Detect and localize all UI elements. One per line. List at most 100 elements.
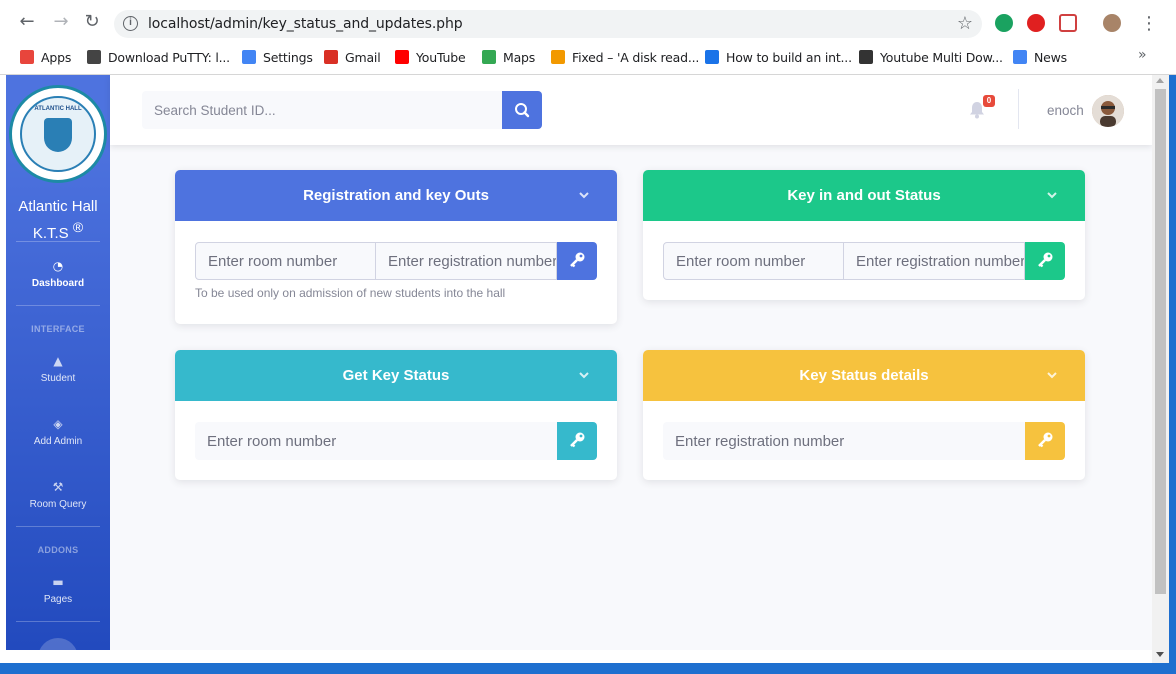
profile-avatar-icon[interactable] [1103, 14, 1121, 32]
logo-text: ATLANTIC HALL [34, 106, 82, 112]
bookmark-item[interactable]: Settings [242, 48, 313, 66]
wrench-icon: ⚒ [52, 480, 64, 494]
registration-number-input[interactable] [663, 422, 1025, 460]
bookmark-item[interactable]: Fixed – 'A disk read... [551, 48, 699, 66]
get-key-status-card-header[interactable]: Get Key Status [175, 350, 617, 401]
get-key-status-card: Get Key Status [175, 350, 617, 480]
sidebar-item-pages[interactable]: ▬ Pages [6, 576, 110, 605]
sidebar-brand[interactable]: Atlantic Hall K.T.S ® [6, 196, 110, 244]
bookmark-label: Settings [263, 49, 313, 65]
sidebar-divider [16, 526, 100, 527]
bookmark-item[interactable]: How to build an int... [705, 48, 852, 66]
key-icon [570, 432, 585, 448]
sidebar-item-student[interactable]: ▲ Student [6, 355, 110, 384]
back-arrow-icon[interactable]: ← [17, 12, 37, 32]
key-icon [570, 252, 585, 268]
chevron-down-icon[interactable] [1046, 369, 1058, 381]
registration-card-header[interactable]: Registration and key Outs [175, 170, 617, 221]
avatar-image-icon [1092, 95, 1124, 127]
chevron-down-icon[interactable] [578, 369, 590, 381]
key-in-out-card: Key in and out Status [643, 170, 1085, 300]
logo-shield-icon [44, 118, 72, 152]
chevron-down-icon[interactable] [1046, 189, 1058, 201]
sidebar-item-dashboard[interactable]: ◔ Dashboard [6, 260, 110, 289]
address-bar[interactable]: i localhost/admin/key_status_and_updates… [114, 10, 982, 38]
room-number-input[interactable] [195, 422, 557, 460]
bookmark-label: Apps [41, 49, 72, 65]
scroll-down-icon[interactable] [1156, 652, 1164, 657]
scroll-up-icon[interactable] [1156, 78, 1164, 83]
bookmarks-overflow-icon[interactable]: » [1138, 47, 1147, 63]
key-in-out-card-header[interactable]: Key in and out Status [643, 170, 1085, 221]
bookmark-favicon-icon [1013, 50, 1027, 64]
sidebar-item-add-admin[interactable]: ◈ Add Admin [6, 418, 110, 447]
bookmark-item[interactable]: YouTube [395, 48, 466, 66]
room-number-input[interactable] [663, 242, 844, 280]
registration-number-input[interactable] [844, 242, 1025, 280]
forward-arrow-icon[interactable]: → [51, 12, 71, 32]
bookmark-favicon-icon [482, 50, 496, 64]
topbar: 0 enoch [110, 75, 1152, 145]
bookmark-favicon-icon [20, 50, 34, 64]
bookmark-item[interactable]: News [1013, 48, 1067, 66]
hall-logo[interactable]: ATLANTIC HALL [9, 85, 107, 183]
sidebar-item-room-query[interactable]: ⚒ Room Query [6, 481, 110, 510]
bookmark-label: Youtube Multi Dow... [880, 49, 1003, 65]
user-avatar[interactable] [1092, 95, 1124, 127]
room-number-input[interactable] [195, 242, 376, 280]
bookmark-favicon-icon [859, 50, 873, 64]
bookmark-favicon-icon [324, 50, 338, 64]
search-button[interactable] [502, 91, 542, 129]
bookmark-favicon-icon [87, 50, 101, 64]
bookmark-item[interactable]: Download PuTTY: l... [87, 48, 230, 66]
bookmark-label: Gmail [345, 49, 381, 65]
registration-number-input[interactable] [376, 242, 557, 280]
chevron-down-icon[interactable] [578, 189, 590, 201]
sidebar-toggle-button[interactable]: › [38, 638, 78, 650]
info-icon[interactable]: i [123, 16, 138, 31]
sidebar-item-label: Dashboard [31, 278, 85, 289]
vertical-scrollbar[interactable] [1152, 75, 1169, 663]
reload-icon[interactable]: ↻ [82, 12, 102, 32]
bookmark-label: Fixed – 'A disk read... [572, 49, 700, 65]
registration-submit-button[interactable] [557, 242, 597, 280]
sidebar: ATLANTIC HALL Atlantic Hall K.T.S ® ◔ Da… [6, 75, 110, 650]
extension-stop-icon[interactable] [1027, 14, 1045, 32]
key-status-details-card-header[interactable]: Key Status details [643, 350, 1085, 401]
sidebar-item-label: Pages [43, 594, 73, 605]
sidebar-item-label: Student [40, 373, 76, 384]
bookmark-item[interactable]: Gmail [324, 48, 381, 66]
sidebar-item-label: Add Admin [33, 436, 83, 447]
key-icon [1038, 252, 1053, 268]
registered-mark: ® [72, 219, 84, 235]
extension-chat-icon[interactable] [995, 14, 1013, 32]
scroll-thumb[interactable] [1155, 89, 1166, 594]
bookmark-label: News [1034, 49, 1067, 65]
gauge-icon: ◔ [52, 259, 64, 273]
graduation-cap-icon: ▲ [53, 354, 63, 368]
page-bottom-edge [0, 650, 1152, 663]
registration-helper-text: To be used only on admission of new stud… [195, 286, 506, 300]
registration-card: Registration and key Outs To be used onl… [175, 170, 617, 324]
sidebar-divider [16, 241, 100, 242]
user-name[interactable]: enoch [1047, 103, 1084, 118]
bookmark-label: YouTube [416, 49, 466, 65]
bookmark-item[interactable]: Apps [20, 48, 71, 66]
bookmark-favicon-icon [395, 50, 409, 64]
logo-emblem: ATLANTIC HALL [20, 96, 96, 172]
url-text[interactable]: localhost/admin/key_status_and_updates.p… [148, 16, 463, 32]
bookmark-star-icon[interactable]: ☆ [957, 13, 973, 34]
search-input[interactable] [142, 91, 502, 129]
sidebar-item-label: Room Query [29, 499, 87, 510]
bookmark-item[interactable]: Youtube Multi Dow... [859, 48, 1003, 66]
extension-record-icon[interactable] [1059, 14, 1077, 32]
browser-menu-icon[interactable]: ⋮ [1140, 13, 1158, 34]
get-key-status-button[interactable] [557, 422, 597, 460]
key-status-details-button[interactable] [1025, 422, 1065, 460]
notification-badge[interactable]: 0 [983, 95, 995, 107]
sidebar-heading-interface: INTERFACE [31, 324, 85, 334]
browser-toolbar: ← → ↻ i localhost/admin/key_status_and_u… [0, 0, 1176, 45]
key-in-out-submit-button[interactable] [1025, 242, 1065, 280]
bookmark-item[interactable]: Maps [482, 48, 535, 66]
bookmark-favicon-icon [705, 50, 719, 64]
